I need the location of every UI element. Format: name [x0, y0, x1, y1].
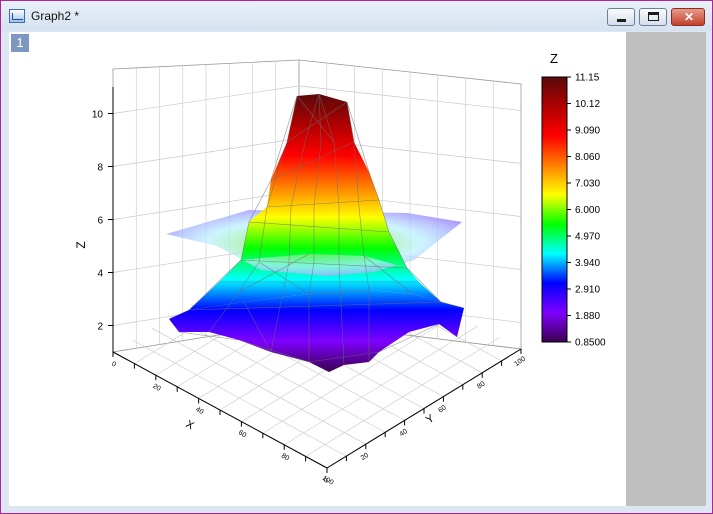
colorbar-tick-label: 9.090 [575, 126, 600, 137]
z-tick-label: 2 [97, 322, 103, 333]
y-axis-label: Y [424, 412, 437, 426]
y-tick-label: 20 [360, 452, 370, 462]
x-tick-label: 80 [280, 453, 290, 463]
surface-chart[interactable]: 246810 Z 020406080100 020406080100 X Y Z… [9, 32, 626, 506]
window-title: Graph2 * [31, 9, 80, 23]
close-button[interactable]: ✕ [671, 8, 705, 26]
colorbar-tick-label: 7.030 [575, 179, 600, 190]
z-axis-label: Z [74, 241, 88, 248]
z-tick-label: 4 [97, 269, 103, 280]
graph-window: Graph2 * ✕ 1 2 4 6 8 10 Z 0 20 40 60 80 … [0, 0, 713, 514]
minimize-icon [617, 19, 626, 22]
y-tick-label: 100 [513, 355, 527, 367]
colorbar-tick-label: 10.12 [575, 99, 600, 110]
z-tick-label: 10 [92, 110, 104, 121]
colorbar-tick-label: 0.8500 [575, 338, 606, 349]
close-icon: ✕ [683, 10, 695, 24]
colorbar-tick-label: 2.910 [575, 285, 600, 296]
title-bar[interactable]: Graph2 * ✕ [1, 1, 712, 31]
maximize-icon [648, 12, 659, 21]
z-tick-labels: 2 4 6 8 10 [92, 110, 113, 333]
x-tick-label: 40 [194, 406, 204, 416]
colorbar[interactable] [541, 76, 568, 343]
colorbar-tick-label: 6.000 [575, 205, 600, 216]
y-tick-label: 40 [399, 428, 409, 438]
colorbar-tick-labels: 11.15 10.12 9.090 8.060 7.030 6.000 4.970 3.940… [567, 73, 606, 349]
z-tick-label: 6 [97, 216, 103, 227]
colorbar-tick-label: 3.940 [575, 258, 600, 269]
x-axis-label: X [184, 418, 197, 432]
colorbar-tick-label: 1.880 [575, 311, 600, 322]
graph-window-icon[interactable] [9, 9, 25, 23]
colorbar-tick-label: 11.15 [575, 73, 600, 84]
colorbar-tick-label: 4.970 [575, 232, 600, 243]
y-tick-label: 60 [437, 404, 447, 414]
maximize-button[interactable] [639, 8, 667, 26]
page-margin-area [626, 32, 706, 506]
y-tick-label: 80 [476, 380, 486, 390]
z-tick-label: 8 [97, 163, 103, 174]
x-tick-label: 20 [151, 383, 161, 393]
colorbar-title: Z [550, 51, 558, 66]
x-tick-label: 60 [237, 429, 247, 439]
minimize-button[interactable] [607, 8, 635, 26]
graph-page[interactable]: 1 2 4 6 8 10 Z 0 20 40 60 80 100 0 20 40… [9, 32, 706, 506]
colorbar-tick-label: 8.060 [575, 152, 600, 163]
x-tick-label: 0 [110, 361, 117, 369]
